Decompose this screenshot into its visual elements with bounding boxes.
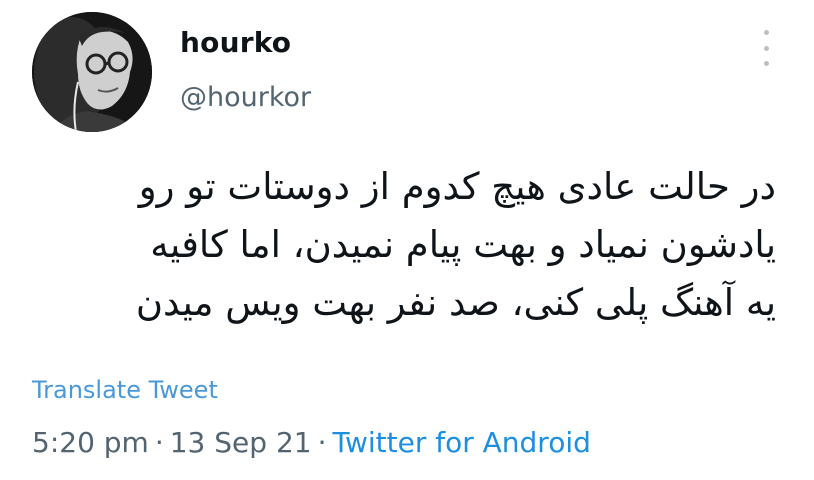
display-name[interactable]: hourko — [180, 26, 291, 59]
tweet-meta: 5:20 pm · 13 Sep 21 · Twitter for Android — [32, 426, 591, 459]
avatar[interactable] — [32, 12, 152, 132]
translate-tweet-link[interactable]: Translate Tweet — [32, 376, 218, 404]
more-vertical-icon[interactable] — [756, 30, 776, 66]
tweet-text: در حالت عادی هیچ کدوم از دوستات تو رو یا… — [26, 158, 776, 332]
tweet-text-line: یادشون نمیاد و بهت پیام نمیدن، اما کافیه — [150, 223, 776, 266]
tweet-date[interactable]: 13 Sep 21 — [170, 426, 312, 459]
user-handle[interactable]: @hourkor — [180, 82, 311, 113]
separator: · — [154, 426, 164, 459]
separator: · — [317, 426, 327, 459]
tweet-text-line: در حالت عادی هیچ کدوم از دوستات تو رو — [138, 165, 776, 208]
tweet-text-line: یه آهنگ پلی کنی، صد نفر بهت ویس میدن — [135, 281, 776, 324]
tweet-source-link[interactable]: Twitter for Android — [332, 426, 590, 459]
tweet-card: hourko @hourkor در حالت عادی هیچ کدوم از… — [0, 0, 814, 480]
tweet-time[interactable]: 5:20 pm — [32, 426, 149, 459]
